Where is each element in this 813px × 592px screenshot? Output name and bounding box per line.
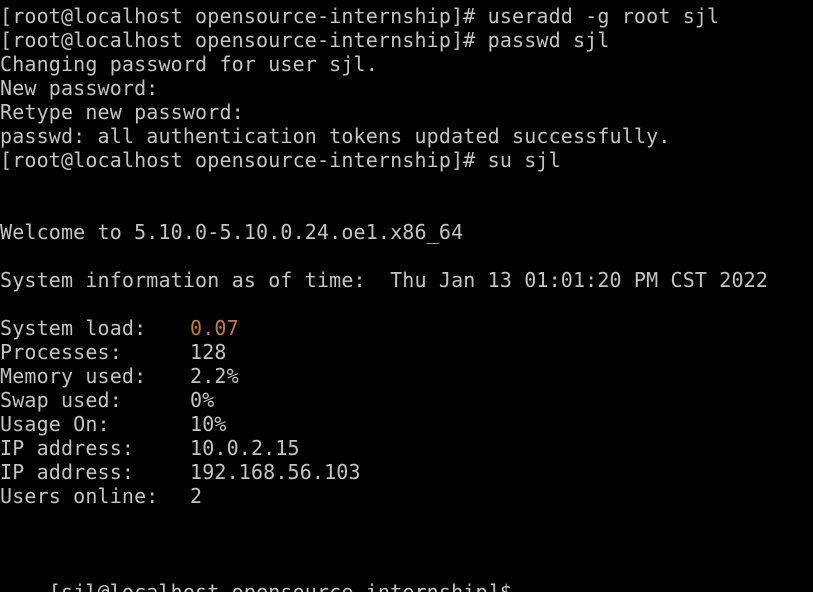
stat-label: System load: (0, 316, 147, 340)
stat-row-ip-address: IP address: 10.0.2.15 (0, 436, 300, 460)
stat-label: Swap used: (0, 388, 122, 412)
output-line: New password: (0, 76, 159, 100)
stat-label: IP address: (0, 460, 135, 484)
stat-value: 192.168.56.103 (190, 460, 361, 484)
stat-row-usage-on: Usage On: 10% (0, 412, 226, 436)
stat-label: Processes: (0, 340, 122, 364)
stat-value: 2.2% (190, 364, 239, 388)
stat-row-system-load: System load: 0.07 (0, 316, 239, 340)
stat-row-ip-address: IP address: 192.168.56.103 (0, 460, 361, 484)
stat-label: IP address: (0, 436, 135, 460)
stat-row-memory-used: Memory used: 2.2% (0, 364, 239, 388)
output-line: [root@localhost opensource-internship]# … (0, 148, 561, 172)
welcome-message: Welcome to 5.10.0-5.10.0.24.oe1.x86_64 (0, 220, 464, 244)
terminal-window[interactable]: [root@localhost opensource-internship]# … (0, 0, 813, 592)
stat-label: Memory used: (0, 364, 147, 388)
stat-row-users-online: Users online: 2 (0, 484, 202, 508)
output-line: [root@localhost opensource-internship]# … (0, 28, 610, 52)
stat-label: Usage On: (0, 412, 110, 436)
stat-value: 128 (190, 340, 227, 364)
stat-row-processes: Processes: 128 (0, 340, 226, 364)
shell-prompt: [sjl@localhost opensource-internship]$ (48, 580, 525, 592)
stat-value: 0% (190, 388, 215, 412)
stat-value: 10% (190, 412, 227, 436)
system-info-time: System information as of time: Thu Jan 1… (0, 268, 769, 292)
output-line: [root@localhost opensource-internship]# … (0, 4, 720, 28)
output-line: passwd: all authentication tokens update… (0, 124, 671, 148)
stat-row-swap-used: Swap used: 0% (0, 388, 214, 412)
stat-value: 10.0.2.15 (190, 436, 300, 460)
stat-value-highlighted: 0.07 (190, 316, 239, 340)
stat-label: Users online: (0, 484, 159, 508)
output-line: Changing password for user sjl. (0, 52, 378, 76)
stat-value: 2 (190, 484, 203, 508)
output-line: Retype new password: (0, 100, 244, 124)
command-prompt-line[interactable]: [sjl@localhost opensource-internship]$ (0, 556, 536, 592)
